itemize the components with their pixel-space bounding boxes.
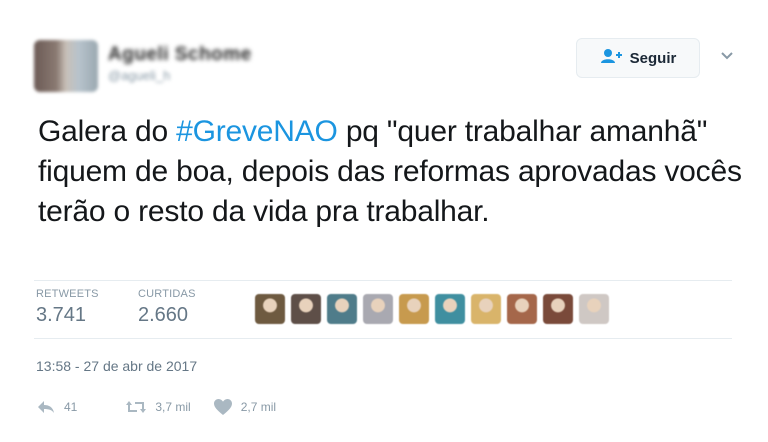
- retweet-icon: [125, 399, 147, 415]
- add-user-icon: [600, 48, 622, 68]
- user-name[interactable]: Agueli Schome: [108, 44, 252, 66]
- like-count: 2,7 mil: [240, 400, 277, 414]
- likes-label: CURTIDAS: [138, 288, 196, 300]
- retweets-value: 3.741: [36, 304, 87, 326]
- likers-avatars: [255, 294, 609, 324]
- like-button[interactable]: 2,7 mil: [213, 398, 276, 416]
- liker-avatar[interactable]: [579, 294, 609, 324]
- reply-icon: [36, 399, 56, 415]
- follow-button[interactable]: Seguir: [576, 38, 700, 78]
- reply-button[interactable]: 41: [36, 399, 77, 415]
- liker-avatar[interactable]: [543, 294, 573, 324]
- retweets-stat[interactable]: RETWEETS 3.741: [36, 288, 99, 327]
- liker-avatar[interactable]: [399, 294, 429, 324]
- liker-avatar[interactable]: [327, 294, 357, 324]
- tweet-text: Galera do #GreveNAO pq "quer trabalhar a…: [38, 112, 748, 232]
- avatar[interactable]: [34, 40, 98, 92]
- user-handle[interactable]: @agueli_h: [108, 68, 170, 83]
- tweet-text-start: Galera do: [38, 115, 177, 148]
- retweet-count: 3,7 mil: [155, 400, 191, 414]
- liker-avatar[interactable]: [471, 294, 501, 324]
- liker-avatar[interactable]: [363, 294, 393, 324]
- retweet-button[interactable]: 3,7 mil: [125, 399, 191, 415]
- liker-avatar[interactable]: [507, 294, 537, 324]
- chevron-down-icon[interactable]: [716, 48, 738, 64]
- liker-avatar[interactable]: [435, 294, 465, 324]
- retweets-label: RETWEETS: [36, 288, 99, 300]
- likes-value: 2.660: [138, 304, 189, 326]
- timestamp[interactable]: 13:58 - 27 de abr de 2017: [36, 358, 197, 374]
- divider: [34, 338, 732, 339]
- hashtag-link[interactable]: #GreveNAO: [176, 115, 338, 148]
- likes-stat[interactable]: CURTIDAS 2.660: [138, 288, 196, 327]
- tweet-actions: 41 3,7 mil 2,7 mil: [36, 398, 276, 416]
- reply-count: 41: [64, 400, 78, 414]
- follow-button-label: Seguir: [629, 49, 677, 67]
- liker-avatar[interactable]: [255, 294, 285, 324]
- liker-avatar[interactable]: [291, 294, 321, 324]
- divider: [34, 280, 732, 281]
- heart-icon: [213, 398, 233, 416]
